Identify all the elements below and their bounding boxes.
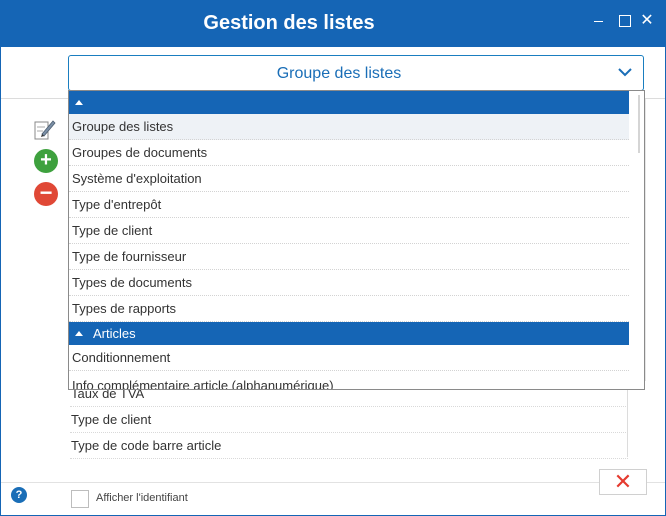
dropdown-item[interactable]: Conditionnement [69,345,629,371]
dropdown-scrollbar-thumb[interactable] [638,95,640,153]
remove-icon[interactable]: − [34,182,58,206]
list-group-dropdown: Groupe des listes Groupes de documents S… [68,90,645,390]
list-item[interactable]: Type de code barre article [70,433,628,459]
group-header-label: Articles [93,326,136,341]
show-identifier-checkbox[interactable] [71,490,89,508]
close-button[interactable]: ✕ [599,469,647,495]
content-divider [645,99,646,381]
dropdown-item[interactable]: Type de fournisseur [69,244,629,270]
dropdown-item[interactable]: Info complémentaire article (alphanuméri… [69,371,629,389]
list-group-select[interactable]: Groupe des listes [68,55,644,91]
background-list: Taux de TVA Type de client Type de code … [70,381,628,459]
group-header[interactable]: Articles [69,322,629,345]
list-scrollbar[interactable] [627,381,628,457]
maximize-icon[interactable] [614,11,634,31]
add-icon[interactable]: + [34,149,58,173]
chevron-down-icon [618,68,632,77]
dropdown-item[interactable]: Type d'entrepôt [69,192,629,218]
dropdown-list: Groupe des listes Groupes de documents S… [69,91,629,389]
edit-icon[interactable] [34,117,56,141]
window-title: Gestion des listes [203,12,375,34]
dropdown-item[interactable]: Types de rapports [69,296,629,322]
collapse-icon [75,100,83,105]
dropdown-item[interactable]: Système d'exploitation [69,166,629,192]
help-icon[interactable]: ? [11,487,27,503]
show-identifier-label: Afficher l'identifiant [96,492,188,504]
dropdown-item[interactable]: Groupe des listes [69,114,629,140]
dropdown-item[interactable]: Types de documents [69,270,629,296]
group-header[interactable] [69,91,629,114]
list-management-window: Gestion des listes ✕ Groupe des listes +… [0,0,666,516]
list-group-select-value: Groupe des listes [276,65,402,82]
close-icon[interactable]: ✕ [637,11,657,31]
minimize-icon[interactable] [589,11,609,31]
dropdown-item[interactable]: Type de client [69,218,629,244]
list-item[interactable]: Type de client [70,407,628,433]
title-bar: Gestion des listes ✕ [1,1,665,47]
collapse-icon [75,331,83,336]
dropdown-item[interactable]: Groupes de documents [69,140,629,166]
